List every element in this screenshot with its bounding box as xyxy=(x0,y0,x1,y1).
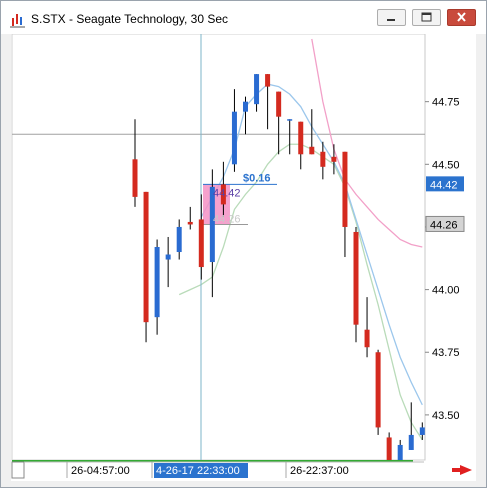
x-crosshair-label: 4-26-17 22:33:00 xyxy=(156,465,240,477)
y-tick-label: 44.50 xyxy=(432,159,460,171)
measure-to-label: 44.42 xyxy=(213,187,241,199)
scroll-right-arrow-icon[interactable] xyxy=(452,465,472,475)
price-chart[interactable]: 44.7544.5044.2544.0043.7543.5044.4244.26… xyxy=(11,33,476,481)
maximize-button[interactable] xyxy=(412,9,441,26)
current-price-label: 44.42 xyxy=(430,179,458,191)
candle-down[interactable] xyxy=(132,159,138,197)
app-icon xyxy=(10,14,25,28)
candle-down[interactable] xyxy=(320,151,326,167)
candle-down[interactable] xyxy=(198,219,204,268)
candle-up[interactable] xyxy=(397,444,403,460)
candle-up[interactable] xyxy=(165,254,171,260)
y-tick-label: 44.75 xyxy=(432,97,460,109)
candle-up[interactable] xyxy=(419,427,425,435)
candle-down[interactable] xyxy=(309,146,315,155)
maximize-icon xyxy=(421,12,432,22)
reference-price-label: 44.26 xyxy=(430,219,458,231)
measure-change-label: $0.16 xyxy=(243,172,271,184)
x-tick-label: 26-04:57:00 xyxy=(71,465,130,477)
candle-up[interactable] xyxy=(254,74,260,105)
candle-up[interactable] xyxy=(243,101,248,112)
candle-down[interactable] xyxy=(187,221,193,225)
minimize-button[interactable] xyxy=(377,9,406,26)
candle-down[interactable] xyxy=(331,156,337,162)
y-tick-label: 44.00 xyxy=(432,285,460,297)
chart-window: S.STX - Seagate Technology, 30 Sec 44.75… xyxy=(0,0,487,488)
candle-down[interactable] xyxy=(353,231,359,325)
candle-down[interactable] xyxy=(342,151,348,227)
candle-up[interactable] xyxy=(176,226,182,253)
measure-from-label: 44.26 xyxy=(213,213,241,225)
title-bar[interactable]: S.STX - Seagate Technology, 30 Sec xyxy=(1,1,486,34)
candle-up[interactable] xyxy=(287,119,293,121)
y-tick-label: 43.75 xyxy=(432,347,460,359)
candle-up[interactable] xyxy=(408,434,414,450)
candle-down[interactable] xyxy=(276,91,282,117)
candle-up[interactable] xyxy=(154,247,160,318)
candle-down[interactable] xyxy=(375,352,381,428)
candle-down[interactable] xyxy=(143,191,149,323)
close-icon xyxy=(457,12,466,22)
x-tick-label: 26-22:37:00 xyxy=(290,465,349,477)
candle-down[interactable] xyxy=(386,437,392,460)
window-title: S.STX - Seagate Technology, 30 Sec xyxy=(31,12,229,26)
candle-up[interactable] xyxy=(231,111,237,165)
y-tick-label: 43.50 xyxy=(432,410,460,422)
candle-down[interactable] xyxy=(265,74,271,87)
close-button[interactable] xyxy=(447,9,476,26)
scrollbar-start[interactable] xyxy=(11,461,25,479)
candle-down[interactable] xyxy=(298,121,304,155)
chart-area[interactable]: 44.7544.5044.2544.0043.7543.5044.4244.26… xyxy=(11,33,476,481)
candle-down[interactable] xyxy=(364,329,370,348)
minimize-icon xyxy=(387,19,395,21)
